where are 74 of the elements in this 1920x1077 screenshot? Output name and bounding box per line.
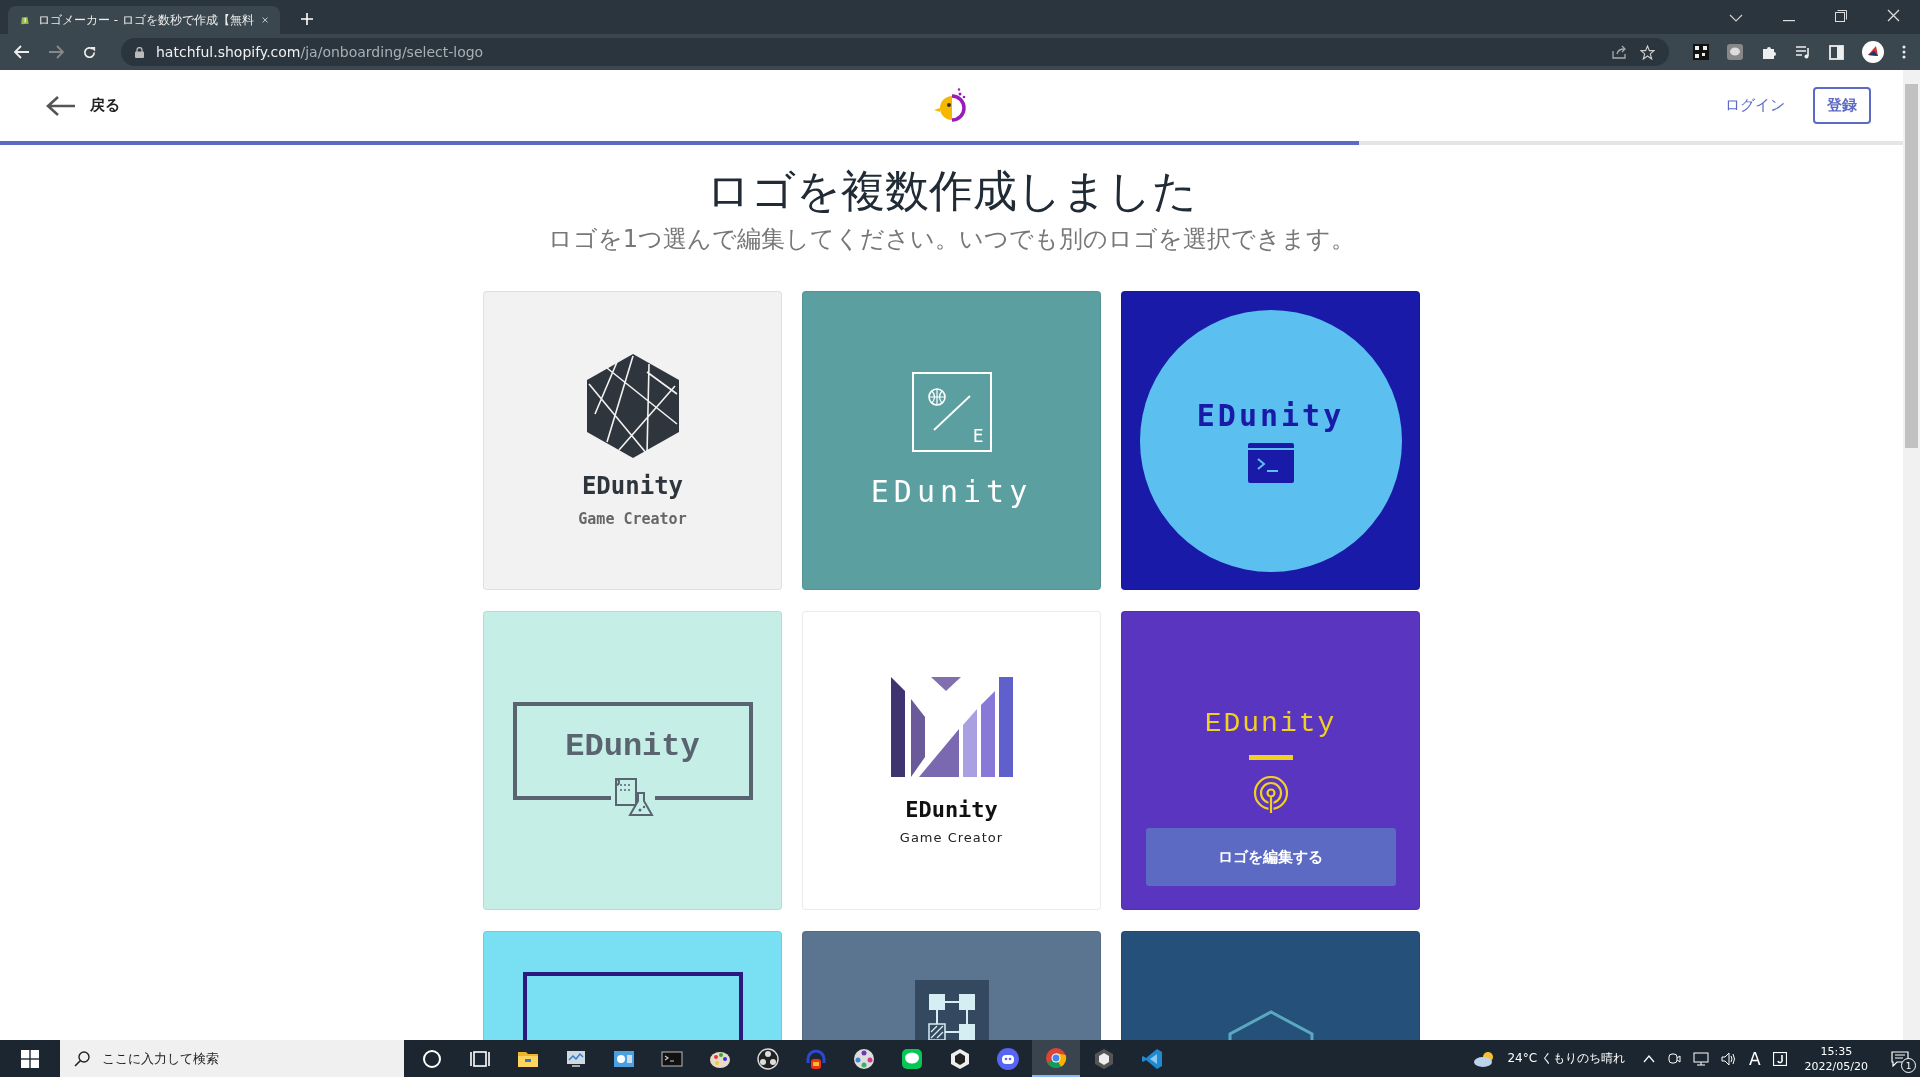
logo-card[interactable]: EDunity bbox=[483, 611, 782, 910]
notification-center[interactable]: 1 bbox=[1880, 1040, 1920, 1077]
logo-card[interactable]: EDunity bbox=[1121, 291, 1420, 590]
active-taskbar-app[interactable] bbox=[1032, 1040, 1080, 1077]
restore-icon[interactable] bbox=[1835, 10, 1847, 22]
share-icon[interactable] bbox=[1612, 45, 1628, 59]
ime-pad-icon[interactable] bbox=[1772, 1051, 1787, 1066]
side-panel-icon[interactable] bbox=[1829, 44, 1844, 60]
logo-name: EDunity bbox=[870, 474, 1033, 509]
chat-icon bbox=[900, 1046, 924, 1071]
logo-name: EDunity bbox=[1204, 708, 1337, 739]
controller-icon bbox=[996, 1046, 1020, 1071]
chevron-down-icon[interactable] bbox=[1729, 14, 1743, 22]
logo-name: EDunity bbox=[1196, 398, 1345, 433]
network-icon[interactable] bbox=[1692, 1051, 1709, 1066]
clock-time[interactable]: 15:35 bbox=[1820, 1043, 1853, 1059]
logo-name: EDunity bbox=[581, 471, 684, 500]
logo-card[interactable]: EDunity Game Creator bbox=[483, 291, 782, 590]
ime-indicator[interactable]: A bbox=[1748, 1048, 1761, 1069]
login-link[interactable]: ログイン bbox=[1725, 96, 1785, 115]
star-icon[interactable] bbox=[1640, 44, 1655, 60]
browser-icon bbox=[1044, 1045, 1068, 1070]
chat-bubble-icon[interactable] bbox=[1727, 44, 1743, 60]
logo-name: EDunity bbox=[905, 796, 998, 822]
back-arrow-icon[interactable] bbox=[14, 45, 30, 59]
edit-logo-button[interactable]: ロゴを編集する bbox=[1145, 828, 1396, 886]
nodes-icon bbox=[914, 980, 989, 1040]
search-icon bbox=[74, 1051, 90, 1067]
m-bars-icon bbox=[890, 676, 1013, 777]
qr-code-icon[interactable] bbox=[1693, 44, 1709, 60]
more-icon[interactable] bbox=[1902, 45, 1906, 59]
avatar-icon[interactable] bbox=[1862, 41, 1884, 63]
notification-count: 1 bbox=[1901, 1058, 1916, 1073]
scrollbar[interactable] bbox=[1903, 70, 1920, 1040]
cube-icon bbox=[948, 1046, 972, 1071]
playlist-icon[interactable] bbox=[1795, 45, 1811, 59]
reload-icon[interactable] bbox=[82, 44, 97, 60]
chat-bubble-icon bbox=[1891, 1050, 1909, 1067]
page-subtitle: ロゴを1つ選んで編集してください。いつでも別のロゴを選択できます。 bbox=[547, 224, 1356, 255]
forward-arrow-icon[interactable] bbox=[48, 45, 64, 59]
logo-card[interactable]: EDunity Game Creator bbox=[802, 611, 1101, 910]
emblem-letter: E bbox=[972, 425, 984, 446]
logo-card[interactable]: EDunity ロゴを編集する bbox=[1121, 611, 1420, 910]
chevron-up-icon[interactable] bbox=[1642, 1054, 1655, 1063]
close-icon[interactable] bbox=[1887, 9, 1900, 22]
lock-icon bbox=[135, 46, 144, 58]
cube-icon bbox=[1092, 1046, 1116, 1071]
film-reel-icon bbox=[852, 1046, 876, 1071]
record-icon bbox=[756, 1046, 780, 1071]
plus-icon[interactable] bbox=[300, 12, 314, 26]
webcam-icon[interactable] bbox=[1666, 1051, 1681, 1066]
code-editor-icon bbox=[1140, 1046, 1164, 1071]
puzzle-icon[interactable] bbox=[1761, 44, 1777, 60]
speaker-icon[interactable] bbox=[1720, 1051, 1737, 1066]
logo-name: EDunity bbox=[565, 727, 700, 765]
tab-title: ロゴメーカー - ロゴを数秒で作成【無料 bbox=[37, 11, 254, 29]
logo-tagline: Game Creator bbox=[578, 509, 687, 528]
address-bar[interactable]: hatchful.shopify.com/ja/onboarding/select-logo bbox=[121, 38, 1669, 66]
terminal-window-icon bbox=[1247, 443, 1294, 483]
hexagon-icon bbox=[586, 353, 679, 458]
back-arrow-icon bbox=[46, 94, 76, 117]
page-title: ロゴを複数作成しました bbox=[706, 165, 1197, 217]
url-text: hatchful.shopify.com/ja/onboarding/select-logo bbox=[156, 44, 484, 60]
antenna-icon bbox=[1251, 776, 1290, 814]
close-icon[interactable] bbox=[261, 15, 268, 25]
register-button[interactable]: 登録 bbox=[1813, 87, 1871, 124]
browser-tab[interactable]: ロゴメーカー - ロゴを数秒で作成【無料 bbox=[8, 6, 280, 34]
back-link[interactable]: 戻る bbox=[46, 94, 120, 117]
logo-tagline: Game Creator bbox=[899, 829, 1004, 845]
weather-text[interactable]: 24°C くもりのち晴れ bbox=[1507, 1050, 1625, 1067]
underline-bar bbox=[1248, 755, 1293, 760]
clock-date[interactable]: 2022/05/20 bbox=[1804, 1058, 1868, 1074]
taskbar-search-field[interactable]: ここに入力して検索 bbox=[60, 1040, 404, 1077]
minimize-icon[interactable] bbox=[1783, 20, 1795, 22]
